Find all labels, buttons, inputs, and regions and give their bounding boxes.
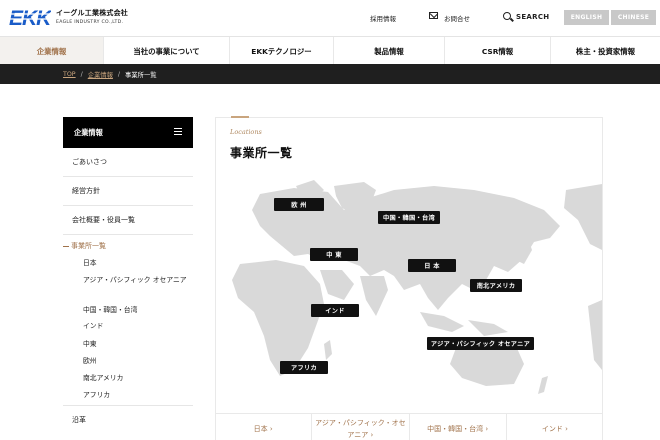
sidebar-sub-americas[interactable]: 南北アメリカ: [83, 373, 193, 384]
svg-text:EKK: EKK: [9, 7, 51, 28]
company-name-en: EAGLE INDUSTRY CO.,LTD.: [56, 20, 124, 25]
title-accent: [231, 116, 249, 118]
sidebar-item-policy[interactable]: 経営方針: [63, 177, 193, 206]
breadcrumb-top[interactable]: TOP: [63, 71, 76, 78]
breadcrumb-current: 事業所一覧: [125, 71, 157, 79]
global-nav: 企業情報 当社の事業について EKKテクノロジー 製品情報 CSR情報 株主・投…: [0, 36, 660, 65]
tab-asia-pacific[interactable]: アジア・パシフィック・オセアニア ›: [312, 414, 410, 440]
nav-company-info[interactable]: 企業情報: [0, 37, 104, 65]
region-india[interactable]: インド: [311, 304, 359, 317]
breadcrumb-separator: /: [117, 70, 121, 78]
nav-business[interactable]: 当社の事業について: [104, 37, 230, 65]
section-label: Locations: [230, 128, 262, 136]
region-asia-pacific[interactable]: アジア・パシフィック オセアニア: [427, 337, 534, 350]
region-americas[interactable]: 南北アメリカ: [470, 279, 522, 292]
nav-investors[interactable]: 株主・投資家情報: [551, 37, 660, 65]
sidebar-item-history[interactable]: 沿革: [63, 405, 193, 434]
sidebar-sub-asia-pacific[interactable]: アジア・パシフィック オセアニア: [83, 275, 193, 286]
lang-english-button[interactable]: ENGLISH: [564, 10, 609, 25]
region-tabs: 日本 › アジア・パシフィック・オセアニア › 中国・韓国・台湾 › インド ›: [215, 413, 603, 440]
lang-chinese-button[interactable]: CHINESE: [611, 10, 656, 25]
company-name[interactable]: イーグル工業株式会社 EAGLE INDUSTRY CO.,LTD.: [56, 8, 128, 25]
breadcrumb-company[interactable]: 企業情報: [88, 70, 113, 79]
nav-products[interactable]: 製品情報: [334, 37, 445, 65]
sidebar-sub-europe[interactable]: 欧州: [83, 356, 193, 367]
sidebar-sub-africa[interactable]: アフリカ: [83, 390, 193, 401]
contact-link[interactable]: お問合せ: [444, 13, 470, 23]
sidebar-item-greeting[interactable]: ごあいさつ: [63, 148, 193, 177]
sidebar-sub-china-korea-taiwan[interactable]: 中国・韓国・台湾: [83, 305, 193, 316]
nav-technology[interactable]: EKKテクノロジー: [230, 37, 334, 65]
sidebar-sub-japan[interactable]: 日本: [83, 258, 193, 269]
nav-csr[interactable]: CSR情報: [445, 37, 551, 65]
tab-japan[interactable]: 日本 ›: [215, 414, 313, 440]
region-japan[interactable]: 日 本: [408, 259, 456, 272]
region-africa[interactable]: アフリカ: [280, 361, 328, 374]
site-header: EKK イーグル工業株式会社 EAGLE INDUSTRY CO.,LTD. 採…: [0, 0, 660, 35]
region-middle-east[interactable]: 中 東: [310, 248, 358, 261]
recruit-link[interactable]: 採用情報: [370, 13, 396, 23]
menu-icon[interactable]: [174, 128, 182, 135]
tab-china-korea-taiwan[interactable]: 中国・韓国・台湾 ›: [410, 414, 507, 440]
current-marker: [63, 245, 69, 247]
sidebar-header-label: 企業情報: [74, 127, 103, 137]
breadcrumb: TOP / 企業情報 / 事業所一覧: [0, 64, 660, 84]
tab-india[interactable]: インド ›: [507, 414, 603, 440]
sidebar-item-overview[interactable]: 会社概要・役員一覧: [63, 206, 193, 235]
sidebar-item-locations[interactable]: 事業所一覧: [63, 241, 106, 251]
mail-icon: [429, 12, 438, 19]
sidebar-sub-middle-east[interactable]: 中東: [83, 339, 193, 350]
ekk-logo[interactable]: EKK: [9, 7, 51, 28]
search-button[interactable]: SEARCH: [516, 13, 549, 21]
breadcrumb-separator: /: [80, 70, 83, 78]
search-icon[interactable]: [503, 12, 511, 20]
page-title: 事業所一覧: [230, 146, 293, 160]
sidebar-item-locations-label: 事業所一覧: [71, 242, 106, 250]
sidebar-sub-india[interactable]: インド: [83, 321, 193, 332]
region-europe[interactable]: 欧 州: [274, 198, 324, 211]
sidebar-header[interactable]: 企業情報: [63, 117, 193, 148]
region-china-korea-taiwan[interactable]: 中国・韓国・台湾: [378, 211, 440, 224]
company-name-jp: イーグル工業株式会社: [56, 9, 128, 17]
